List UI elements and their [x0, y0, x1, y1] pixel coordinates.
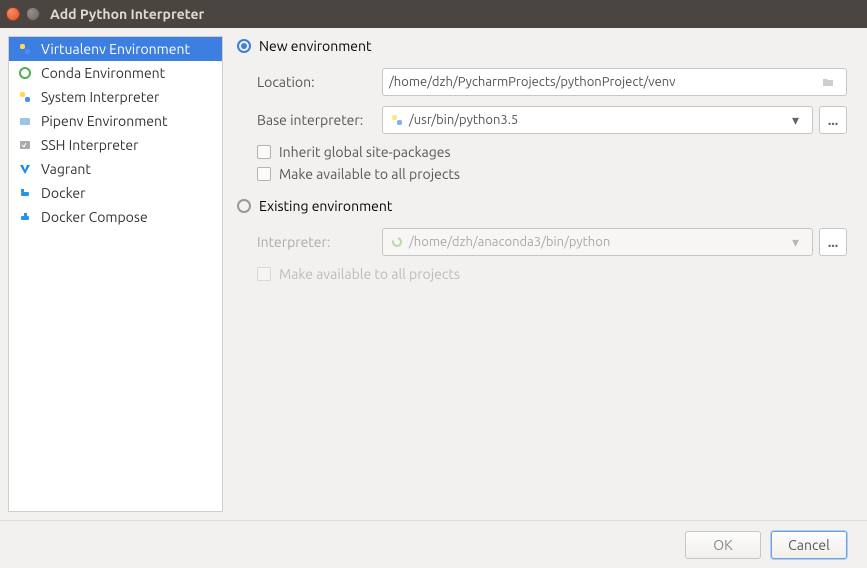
radio-existing-environment[interactable]: Existing environment [237, 198, 847, 214]
inherit-checkbox-row[interactable]: Inherit global site-packages [257, 144, 847, 160]
sidebar-item-docker[interactable]: Docker [9, 181, 222, 205]
sidebar-item-label: Pipenv Environment [41, 113, 168, 129]
base-interpreter-select[interactable]: /usr/bin/python3.5 ▾ [382, 106, 813, 134]
sidebar-item-label: Vagrant [41, 161, 91, 177]
location-input[interactable]: /home/dzh/PycharmProjects/pythonProject/… [382, 68, 847, 96]
ssh-icon [17, 137, 33, 153]
sidebar-item-label: Docker Compose [41, 209, 148, 225]
sidebar-item-label: System Interpreter [41, 89, 159, 105]
interpreter-row: Interpreter: /home/dzh/anaconda3/bin/pyt… [257, 228, 847, 256]
sidebar-item-ssh[interactable]: SSH Interpreter [9, 133, 222, 157]
radio-new-environment[interactable]: New environment [237, 38, 847, 54]
browse-button[interactable]: ... [819, 106, 847, 134]
make-available-label: Make available to all projects [279, 166, 460, 182]
sidebar-item-docker-compose[interactable]: Docker Compose [9, 205, 222, 229]
vagrant-icon [17, 161, 33, 177]
python-icon [389, 112, 405, 128]
loading-icon [389, 234, 405, 250]
radio-icon [237, 39, 251, 53]
chevron-down-icon: ▾ [792, 234, 806, 251]
sidebar-item-pipenv[interactable]: Pipenv Environment [9, 109, 222, 133]
sidebar-item-label: SSH Interpreter [41, 137, 138, 153]
chevron-down-icon: ▾ [792, 112, 806, 129]
interpreter-label: Interpreter: [257, 234, 382, 250]
base-interpreter-value: /usr/bin/python3.5 [409, 113, 792, 127]
sidebar-item-vagrant[interactable]: Vagrant [9, 157, 222, 181]
docker-compose-icon [17, 209, 33, 225]
sidebar-item-label: Virtualenv Environment [41, 41, 190, 57]
folder-icon[interactable] [820, 74, 836, 90]
interpreter-value: /home/dzh/anaconda3/bin/python [409, 235, 792, 249]
sidebar-item-conda[interactable]: Conda Environment [9, 61, 222, 85]
docker-icon [17, 185, 33, 201]
inherit-label: Inherit global site-packages [279, 144, 451, 160]
pipenv-icon [17, 113, 33, 129]
radio-label: New environment [259, 38, 372, 54]
base-interpreter-label: Base interpreter: [257, 112, 382, 128]
close-icon[interactable] [6, 7, 20, 21]
make-available2-label: Make available to all projects [279, 266, 460, 282]
radio-label: Existing environment [259, 198, 392, 214]
window-buttons [6, 7, 40, 21]
sidebar-item-system[interactable]: System Interpreter [9, 85, 222, 109]
base-interpreter-row: Base interpreter: /usr/bin/python3.5 ▾ .… [257, 106, 847, 134]
sidebar-item-virtualenv[interactable]: Virtualenv Environment [9, 37, 222, 61]
radio-icon [237, 199, 251, 213]
titlebar: Add Python Interpreter [0, 0, 867, 28]
window-title: Add Python Interpreter [50, 6, 204, 22]
checkbox-icon [257, 167, 271, 181]
cancel-button[interactable]: Cancel [771, 531, 847, 559]
sidebar-item-label: Docker [41, 185, 85, 201]
sidebar-item-label: Conda Environment [41, 65, 165, 81]
location-label: Location: [257, 74, 382, 90]
make-available2-checkbox-row: Make available to all projects [257, 266, 847, 282]
make-available-checkbox-row[interactable]: Make available to all projects [257, 166, 847, 182]
browse-button[interactable]: ... [819, 228, 847, 256]
checkbox-icon [257, 267, 271, 281]
main-panel: New environment Location: /home/dzh/Pych… [223, 28, 867, 520]
dialog-footer: OK Cancel [0, 520, 867, 568]
ok-button[interactable]: OK [685, 531, 761, 559]
dialog-content: Virtualenv Environment Conda Environment… [0, 28, 867, 520]
python-icon [17, 41, 33, 57]
location-row: Location: /home/dzh/PycharmProjects/pyth… [257, 68, 847, 96]
checkbox-icon [257, 145, 271, 159]
python-icon [17, 89, 33, 105]
interpreter-type-sidebar: Virtualenv Environment Conda Environment… [8, 36, 223, 512]
conda-icon [17, 65, 33, 81]
location-value: /home/dzh/PycharmProjects/pythonProject/… [389, 75, 820, 89]
minimize-icon[interactable] [26, 7, 40, 21]
interpreter-select: /home/dzh/anaconda3/bin/python ▾ [382, 228, 813, 256]
